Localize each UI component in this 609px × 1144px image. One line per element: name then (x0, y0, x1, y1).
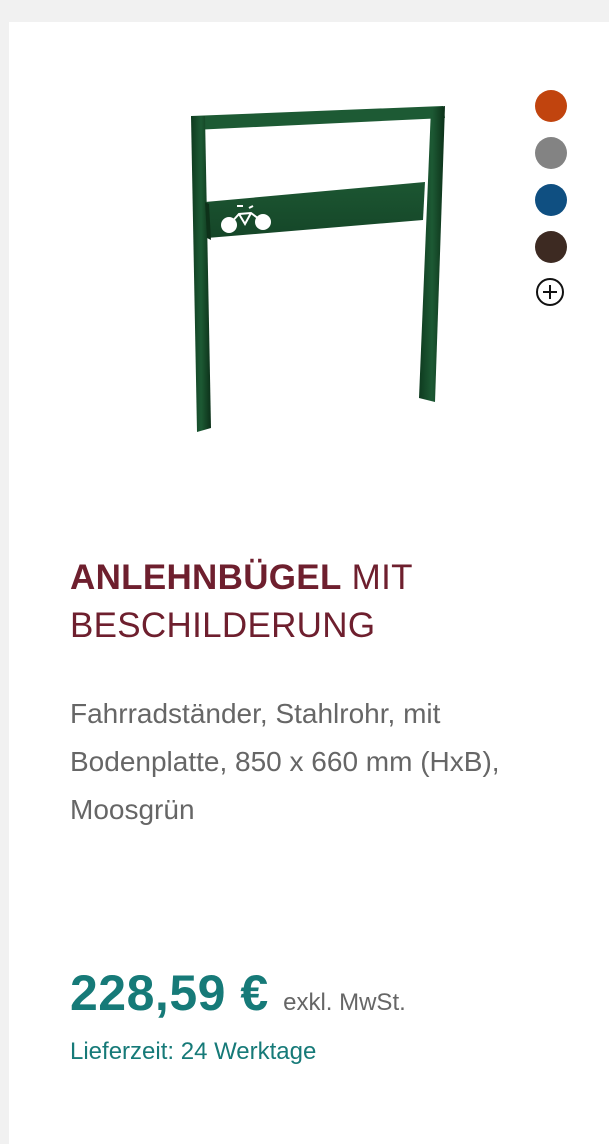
product-title[interactable]: ANLEHNBÜGEL MIT BESCHILDERUNG (70, 554, 580, 650)
product-card[interactable]: ANLEHNBÜGEL MIT BESCHILDERUNG Fahrradstä… (9, 22, 609, 1144)
color-swatch-grey[interactable] (535, 137, 567, 169)
vat-note: exkl. MwSt. (283, 989, 406, 1016)
plus-circle-icon[interactable] (536, 278, 564, 306)
color-swatch-brown[interactable] (535, 231, 567, 263)
color-swatch-list (535, 90, 571, 306)
color-swatch-blue[interactable] (535, 184, 567, 216)
product-image[interactable] (181, 82, 453, 434)
price-row: 228,59 € exkl. MwSt. (70, 964, 406, 1022)
delivery-time: Lieferzeit: 24 Werktage (70, 1038, 317, 1065)
product-price: 228,59 € (70, 965, 269, 1021)
product-description: Fahrradständer, Stahlrohr, mit Bodenplat… (70, 698, 500, 825)
color-swatch-orange[interactable] (535, 90, 567, 122)
product-title-bold: ANLEHNBÜGEL (70, 558, 342, 597)
